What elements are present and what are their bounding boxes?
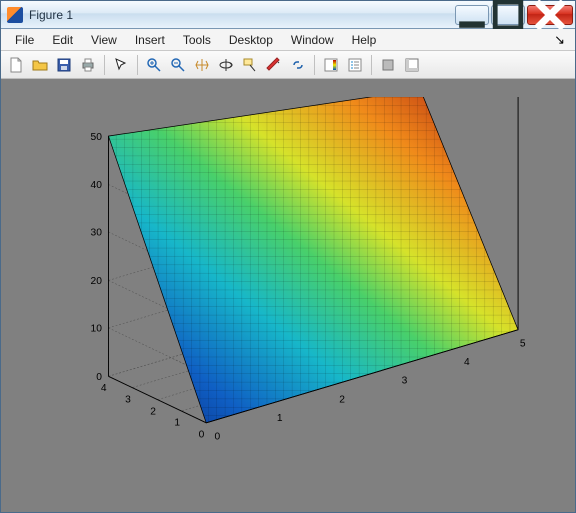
figure-window: Figure 1 File Edit View Insert Tools Des…: [0, 0, 576, 513]
svg-text:2: 2: [339, 394, 345, 405]
z-axis-ticks: 0 10 20 30 40 50: [91, 132, 103, 383]
zoom-out-icon: [170, 57, 186, 73]
svg-text:10: 10: [91, 324, 103, 335]
hide-tools-icon: [380, 57, 396, 73]
svg-text:20: 20: [91, 276, 103, 287]
svg-text:0: 0: [215, 432, 221, 443]
close-button[interactable]: [527, 5, 573, 25]
menu-insert[interactable]: Insert: [127, 31, 173, 49]
print-button[interactable]: [77, 54, 99, 76]
menu-help[interactable]: Help: [344, 31, 385, 49]
svg-text:0: 0: [199, 430, 205, 441]
link-icon: [290, 57, 306, 73]
minimize-button[interactable]: [455, 5, 489, 25]
svg-text:1: 1: [174, 418, 180, 429]
menu-file[interactable]: File: [7, 31, 42, 49]
brush-button[interactable]: [263, 54, 285, 76]
titlebar: Figure 1: [1, 1, 575, 29]
svg-text:1: 1: [277, 413, 283, 424]
svg-text:4: 4: [464, 357, 470, 368]
menu-desktop[interactable]: Desktop: [221, 31, 281, 49]
show-plot-tools-button[interactable]: [401, 54, 423, 76]
edit-plot-button[interactable]: [110, 54, 132, 76]
open-button[interactable]: [29, 54, 51, 76]
rotate3d-icon: [218, 57, 234, 73]
svg-text:50: 50: [91, 132, 103, 143]
svg-text:3: 3: [402, 376, 408, 387]
surface-plot: 0 10 20 30 40 50 0 1 2 3 4 0 1 2: [29, 97, 551, 488]
datacursor-icon: [242, 57, 258, 73]
datacursor-button[interactable]: [239, 54, 261, 76]
separator: [137, 55, 138, 75]
pan-button[interactable]: [191, 54, 213, 76]
hide-plot-tools-button[interactable]: [377, 54, 399, 76]
new-figure-button[interactable]: [5, 54, 27, 76]
svg-text:0: 0: [96, 372, 102, 383]
menu-window[interactable]: Window: [283, 31, 342, 49]
legend-icon: [347, 57, 363, 73]
menu-view[interactable]: View: [83, 31, 125, 49]
app-icon: [7, 7, 23, 23]
insert-legend-button[interactable]: [344, 54, 366, 76]
menu-edit[interactable]: Edit: [44, 31, 81, 49]
new-file-icon: [8, 57, 24, 73]
arrow-icon: [113, 57, 129, 73]
link-button[interactable]: [287, 54, 309, 76]
save-button[interactable]: [53, 54, 75, 76]
svg-text:2: 2: [150, 406, 156, 417]
window-title: Figure 1: [29, 8, 453, 22]
axes-3d[interactable]: 0 10 20 30 40 50 0 1 2 3 4 0 1 2: [29, 97, 551, 488]
svg-text:4: 4: [101, 383, 107, 394]
rotate3d-button[interactable]: [215, 54, 237, 76]
svg-text:30: 30: [91, 228, 103, 239]
colorbar-icon: [323, 57, 339, 73]
menubar: File Edit View Insert Tools Desktop Wind…: [1, 29, 575, 51]
separator: [104, 55, 105, 75]
svg-text:40: 40: [91, 180, 103, 191]
open-icon: [32, 57, 48, 73]
zoom-out-button[interactable]: [167, 54, 189, 76]
svg-text:3: 3: [125, 394, 131, 405]
show-tools-icon: [404, 57, 420, 73]
separator: [314, 55, 315, 75]
save-icon: [56, 57, 72, 73]
pan-icon: [194, 57, 210, 73]
insert-colorbar-button[interactable]: [320, 54, 342, 76]
dock-toggle-icon[interactable]: ↘: [550, 32, 569, 48]
menu-tools[interactable]: Tools: [175, 31, 219, 49]
brush-icon: [266, 57, 282, 73]
svg-text:5: 5: [520, 338, 526, 349]
toolbar: [1, 51, 575, 79]
zoom-in-button[interactable]: [143, 54, 165, 76]
maximize-icon: [492, 0, 524, 31]
maximize-button[interactable]: [491, 5, 525, 25]
window-buttons: [453, 5, 573, 25]
separator: [371, 55, 372, 75]
minimize-icon: [456, 0, 488, 31]
print-icon: [80, 57, 96, 73]
zoom-in-icon: [146, 57, 162, 73]
plot-area[interactable]: 0 10 20 30 40 50 0 1 2 3 4 0 1 2: [1, 79, 575, 512]
